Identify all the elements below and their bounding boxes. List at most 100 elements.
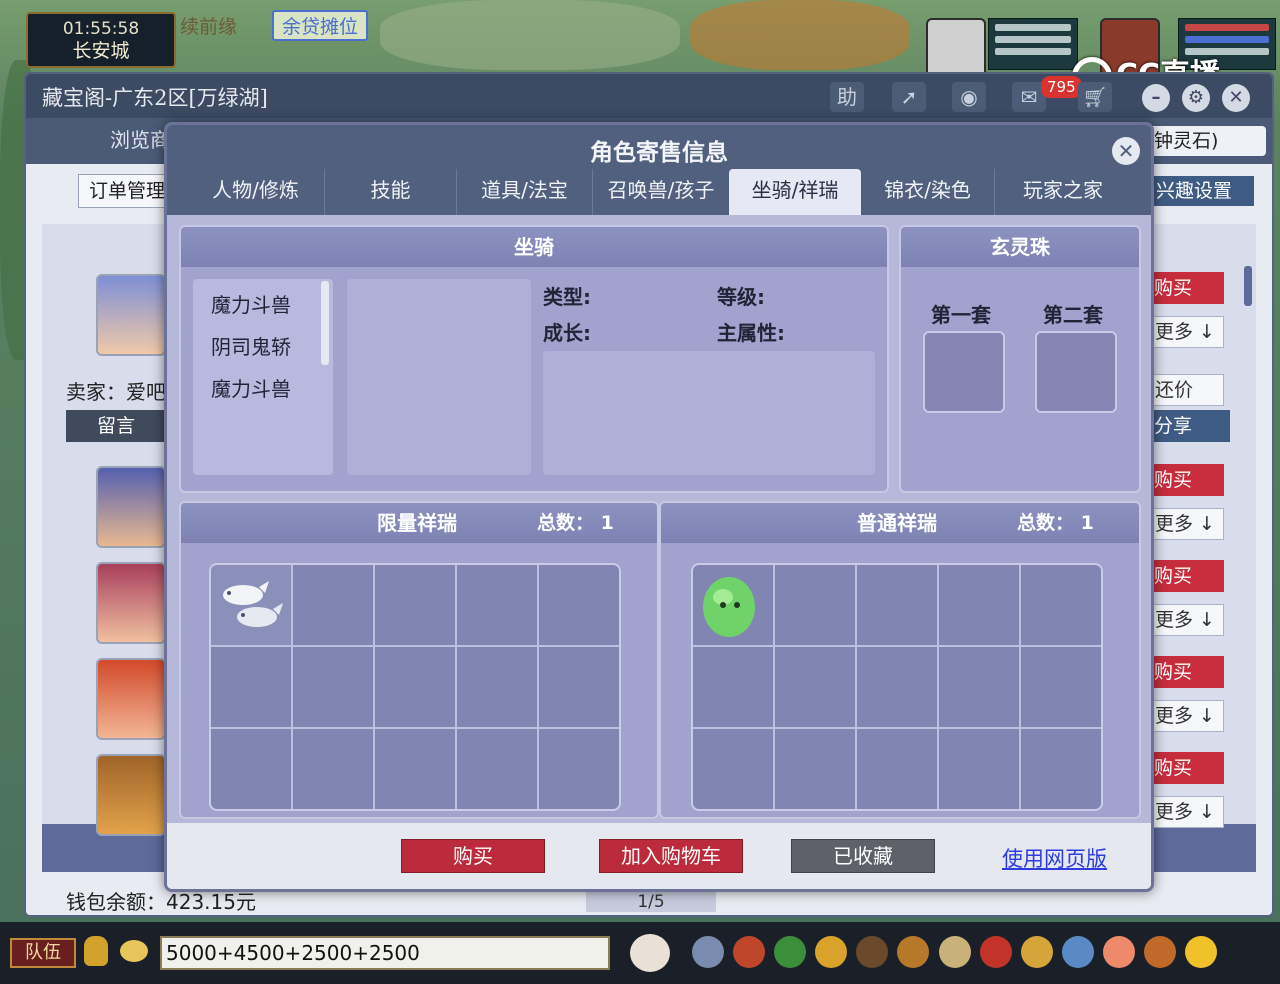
list-scrollbar[interactable] bbox=[1244, 266, 1252, 306]
map-icon[interactable] bbox=[1061, 936, 1094, 968]
share-arrow-icon[interactable]: ➚ bbox=[892, 82, 926, 112]
nav-browse-tab[interactable]: 浏览商 bbox=[110, 124, 170, 153]
web-version-link[interactable]: 使用网页版 bbox=[1002, 843, 1107, 873]
tab-skills[interactable]: 技能 bbox=[325, 169, 457, 215]
tab-character[interactable]: 人物/修炼 bbox=[187, 169, 325, 215]
chat-emote-icon[interactable] bbox=[120, 940, 148, 962]
grid-cell[interactable] bbox=[211, 729, 291, 809]
grid-cell[interactable] bbox=[693, 647, 773, 727]
orb-set1-label[interactable]: 第一套 bbox=[931, 299, 991, 328]
bag-icon[interactable] bbox=[733, 936, 766, 968]
tab-home[interactable]: 玩家之家 bbox=[995, 169, 1131, 215]
grid-cell[interactable] bbox=[539, 647, 619, 727]
share-button[interactable]: 分享 bbox=[1148, 410, 1230, 442]
character-portrait[interactable] bbox=[96, 466, 166, 548]
minimize-icon[interactable]: – bbox=[1142, 84, 1170, 112]
grid-cell[interactable] bbox=[1021, 565, 1101, 645]
add-to-cart-button[interactable]: 加入购物车 bbox=[599, 839, 743, 873]
microphone-icon[interactable] bbox=[84, 936, 108, 966]
pagination[interactable]: 1/5 bbox=[586, 892, 716, 912]
search-input[interactable]: 钟灵石) bbox=[1148, 126, 1266, 156]
grid-cell[interactable] bbox=[293, 729, 373, 809]
grid-cell[interactable] bbox=[939, 565, 1019, 645]
side-buy-button[interactable]: 购买 bbox=[1148, 560, 1224, 592]
peach-icon[interactable] bbox=[1102, 936, 1135, 968]
grid-cell[interactable] bbox=[375, 647, 455, 727]
tab-pets[interactable]: 召唤兽/孩子 bbox=[593, 169, 729, 215]
side-more-button[interactable]: 更多 ↓ bbox=[1148, 796, 1224, 828]
side-more-button[interactable]: 更多 ↓ bbox=[1148, 508, 1224, 540]
record-icon[interactable]: ◉ bbox=[952, 82, 986, 112]
scroll-icon[interactable] bbox=[938, 936, 971, 968]
orb-set2-label[interactable]: 第二套 bbox=[1043, 299, 1103, 328]
side-buy-button[interactable]: 购买 bbox=[1148, 656, 1224, 688]
grid-cell[interactable] bbox=[539, 565, 619, 645]
grid-cell[interactable] bbox=[375, 729, 455, 809]
grid-cell[interactable] bbox=[293, 647, 373, 727]
grid-cell[interactable] bbox=[1021, 647, 1101, 727]
white-dolphins-icon[interactable] bbox=[211, 565, 291, 645]
character-portrait[interactable] bbox=[96, 754, 166, 836]
side-more-button[interactable]: 更多 ↓ bbox=[1148, 316, 1224, 348]
grid-cell[interactable] bbox=[211, 647, 291, 727]
side-more-button[interactable]: 更多 ↓ bbox=[1148, 604, 1224, 636]
smile-icon[interactable] bbox=[1185, 936, 1218, 968]
grid-cell[interactable] bbox=[457, 647, 537, 727]
panda-pet-avatar[interactable] bbox=[926, 18, 986, 78]
coin-icon[interactable] bbox=[815, 936, 848, 968]
character-portrait[interactable] bbox=[96, 562, 166, 644]
mount-list-item[interactable]: 阴司鬼轿 bbox=[211, 331, 291, 360]
bell-icon[interactable] bbox=[1020, 936, 1053, 968]
grid-cell[interactable] bbox=[939, 647, 1019, 727]
grid-cell[interactable] bbox=[293, 565, 373, 645]
orb-set1-slot[interactable] bbox=[923, 331, 1005, 413]
orb-set2-slot[interactable] bbox=[1035, 331, 1117, 413]
tab-mounts[interactable]: 坐骑/祥瑞 bbox=[729, 169, 861, 215]
interest-settings-button[interactable]: 兴趣设置 bbox=[1150, 176, 1254, 206]
character-portrait[interactable] bbox=[96, 658, 166, 740]
gift-icon[interactable] bbox=[774, 936, 807, 968]
mount-list-item[interactable]: 魔力斗兽 bbox=[211, 373, 291, 402]
grid-cell[interactable] bbox=[1021, 729, 1101, 809]
tab-outfits[interactable]: 锦衣/染色 bbox=[861, 169, 995, 215]
grid-cell[interactable] bbox=[775, 565, 855, 645]
grid-cell[interactable] bbox=[457, 565, 537, 645]
close-icon[interactable]: ✕ bbox=[1112, 137, 1140, 165]
help-button[interactable]: 助 bbox=[830, 82, 864, 112]
tab-items[interactable]: 道具/法宝 bbox=[457, 169, 593, 215]
grid-cell[interactable] bbox=[375, 565, 455, 645]
grid-cell[interactable] bbox=[775, 729, 855, 809]
grid-cell[interactable] bbox=[857, 647, 937, 727]
mount-list-item[interactable]: 魔力斗兽 bbox=[211, 289, 291, 318]
side-buy-button[interactable]: 购买 bbox=[1148, 752, 1224, 784]
sword-icon[interactable] bbox=[692, 936, 724, 968]
favorited-button[interactable]: 已收藏 bbox=[791, 839, 935, 873]
grid-cell[interactable] bbox=[775, 647, 855, 727]
grid-cell[interactable] bbox=[857, 565, 937, 645]
team-button[interactable]: 队伍 bbox=[10, 938, 76, 968]
bargain-button[interactable]: 还价 bbox=[1148, 374, 1224, 406]
buy-button[interactable]: 购买 bbox=[401, 839, 545, 873]
stall-caption[interactable]: 余贷摊位 bbox=[272, 10, 369, 41]
green-blob-pet-icon[interactable] bbox=[693, 565, 773, 645]
settings-gear-icon[interactable]: ⚙ bbox=[1182, 84, 1210, 112]
side-buy-button[interactable]: 购买 bbox=[1148, 272, 1224, 304]
grid-cell[interactable] bbox=[539, 729, 619, 809]
message-button[interactable]: 留言 bbox=[66, 410, 166, 442]
team-icon[interactable] bbox=[856, 936, 889, 968]
lantern-icon[interactable] bbox=[979, 936, 1012, 968]
side-buy-button[interactable]: 购买 bbox=[1148, 464, 1224, 496]
side-more-button[interactable]: 更多 ↓ bbox=[1148, 700, 1224, 732]
pet-mascot-icon[interactable] bbox=[630, 934, 670, 972]
mount-list-scrollbar[interactable] bbox=[321, 281, 329, 365]
chat-input[interactable]: 5000+4500+2500+2500 bbox=[160, 936, 610, 970]
gear-icon[interactable] bbox=[1144, 936, 1177, 968]
character-portrait[interactable] bbox=[96, 274, 166, 356]
grid-cell[interactable] bbox=[457, 729, 537, 809]
cart-icon[interactable]: 🛒︎ bbox=[1078, 82, 1112, 112]
grid-cell[interactable] bbox=[857, 729, 937, 809]
close-window-icon[interactable]: ✕ bbox=[1222, 84, 1250, 112]
skill-icon[interactable] bbox=[897, 936, 930, 968]
grid-cell[interactable] bbox=[939, 729, 1019, 809]
grid-cell[interactable] bbox=[693, 729, 773, 809]
